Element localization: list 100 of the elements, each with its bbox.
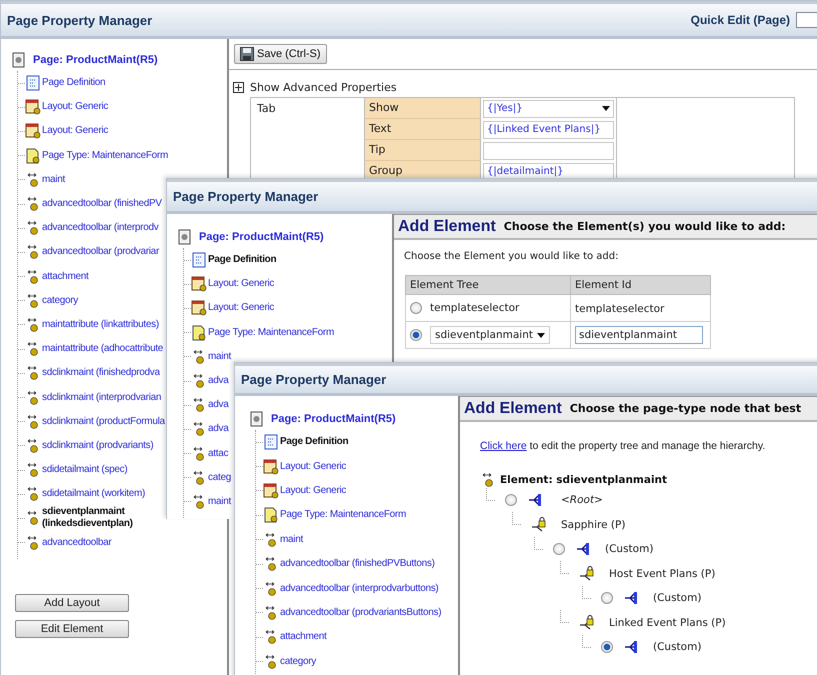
tree-item[interactable]: Page Definition	[208, 254, 276, 266]
hierarchy-icon	[527, 492, 543, 508]
page-icon	[249, 411, 265, 427]
tree-item[interactable]: maint	[208, 496, 231, 508]
node-label: Linked Event Plans (P)	[609, 616, 726, 629]
column-header: Element Id	[570, 276, 710, 294]
layout-icon	[191, 300, 207, 316]
hierarchy-icon	[575, 541, 591, 558]
window-title: Page Property Manager	[7, 12, 152, 28]
dropdown-caret-icon	[602, 106, 610, 111]
locked-hierarchy-icon	[531, 516, 547, 533]
tree-item[interactable]: sdieventplanmaint (linkedsdieventplan)	[42, 506, 170, 530]
tree-item[interactable]: maintattribute (adhocattribute	[42, 343, 164, 356]
tree-item[interactable]: Layout: Generic	[208, 278, 274, 290]
tree-item[interactable]: Layout: Generic	[280, 484, 346, 497]
hierarchy-icon	[623, 590, 639, 606]
radio-button[interactable]	[601, 641, 613, 654]
page-icon	[263, 507, 279, 524]
tree-item[interactable]: maint	[280, 534, 303, 546]
section-title: Add Element	[398, 218, 496, 236]
tree-root[interactable]: Page: ProductMaint(R5)	[33, 54, 158, 66]
tree-item[interactable]: adva	[208, 399, 228, 412]
radio-button[interactable]	[601, 592, 613, 604]
page-icon	[177, 229, 193, 245]
locked-hierarchy-icon	[579, 614, 595, 631]
tree-item[interactable]: category	[42, 294, 78, 307]
window-title: Page Property Manager	[241, 372, 386, 387]
document-icon	[263, 434, 279, 450]
tree-item[interactable]: categ	[208, 472, 231, 484]
property-field[interactable]: {|Linked Event Plans|}	[483, 120, 614, 138]
radio-button[interactable]	[553, 543, 565, 556]
section-subtitle: Choose the Element(s) you would like to add:	[504, 220, 786, 233]
table-cell: templateselector	[430, 302, 520, 314]
tree-item[interactable]: advancedtoolbar (prodvariar	[42, 246, 159, 258]
tree-item[interactable]: sdclinkmaint (productFormula	[42, 416, 165, 428]
page-icon	[191, 324, 207, 341]
tree-item[interactable]: attac	[208, 448, 228, 460]
tree-item[interactable]: category	[280, 656, 316, 668]
tree-item[interactable]: Page Definition	[280, 436, 348, 448]
tree-item[interactable]: adva	[208, 375, 228, 388]
save-button[interactable]: Save (Ctrl-S)	[234, 44, 327, 64]
tree-item[interactable]: maint	[208, 350, 231, 363]
tree-item[interactable]: Layout: Generic	[280, 460, 346, 473]
advanced-properties-toggle[interactable]: Show Advanced Properties	[250, 81, 397, 94]
radio-button[interactable]	[505, 494, 517, 506]
tree-item[interactable]: sdidetailmaint (spec)	[42, 464, 128, 476]
tree-item[interactable]: Layout: Generic	[42, 125, 108, 138]
tree-item[interactable]: sdclinkmaint (finishedprodva	[42, 367, 160, 380]
node-label: <Root>	[561, 494, 603, 506]
window-title: Page Property Manager	[173, 189, 318, 204]
tree-item[interactable]: maint	[42, 174, 65, 186]
radio-button[interactable]	[410, 329, 422, 341]
tree-item[interactable]: adva	[208, 423, 228, 436]
action-button[interactable]: Edit Element	[15, 620, 129, 638]
property-label: Text	[365, 119, 481, 140]
tree-item[interactable]: Page Type: MaintenanceForm	[208, 326, 334, 339]
tree-item[interactable]: sdclinkmaint (prodvariants)	[42, 440, 154, 452]
section-subtitle: Choose the page-type node that best	[570, 402, 802, 415]
tree-item[interactable]: advancedtoolbar (finishedPVButtons)	[280, 558, 435, 570]
tree-item[interactable]: sdclinkmaint (interprodvarian	[42, 392, 162, 404]
property-field[interactable]	[483, 142, 614, 160]
node-label: (Custom)	[605, 543, 654, 556]
tree-item[interactable]: Page Type: MaintenanceForm	[280, 509, 406, 522]
element-id-field[interactable]: sdieventplanmaint	[575, 326, 703, 344]
node-label: (Custom)	[653, 641, 702, 654]
tree-root[interactable]: Page: ProductMaint(R5)	[199, 231, 324, 243]
tree-item[interactable]: Layout: Generic	[42, 101, 108, 114]
tree-item[interactable]: advancedtoolbar (interprodv	[42, 222, 158, 234]
dropdown-caret-icon	[537, 332, 545, 338]
tree-item[interactable]: Page Definition	[42, 77, 106, 90]
table-cell: templateselector	[575, 303, 664, 315]
tree-item[interactable]: sdidetailmaint (workitem)	[42, 488, 146, 500]
tree-item[interactable]: attachment	[42, 270, 88, 283]
document-icon	[25, 75, 41, 92]
property-label: Show	[365, 98, 481, 119]
tree-item[interactable]: advancedtoolbar (interprodvarbuttons)	[280, 582, 438, 595]
node-label: (Custom)	[653, 592, 702, 604]
expand-icon[interactable]	[233, 82, 244, 93]
click-here-link[interactable]: Click here	[480, 440, 527, 452]
radio-button[interactable]	[410, 302, 422, 314]
locked-hierarchy-icon	[579, 566, 595, 582]
tree-item[interactable]: advancedtoolbar (finishedPV	[42, 198, 162, 210]
action-button[interactable]: Add Layout	[15, 594, 129, 612]
property-dropdown[interactable]: {|Yes|}	[483, 100, 614, 118]
column-header: Element Tree	[406, 276, 570, 294]
tree-item[interactable]: advancedtoolbar	[42, 536, 112, 549]
node-label: Host Event Plans (P)	[609, 568, 716, 580]
element-dropdown[interactable]: sdieventplanmaint	[430, 326, 550, 344]
quick-edit-label: Quick Edit (Page)	[690, 13, 790, 27]
tree-item[interactable]: Page Type: MaintenanceForm	[42, 150, 168, 162]
tree-root[interactable]: Page: ProductMaint(R5)	[271, 413, 396, 425]
page-icon	[11, 52, 27, 68]
layout-icon	[191, 276, 207, 292]
tree-item[interactable]: advancedtoolbar (prodvariantsButtons)	[280, 606, 442, 619]
tree-item[interactable]: Layout: Generic	[208, 302, 274, 314]
tree-item[interactable]: attachment	[280, 631, 326, 644]
instruction-text: Choose the Element you would like to add:	[404, 251, 620, 262]
layout-icon	[25, 123, 41, 140]
tree-item[interactable]: maintattribute (linkattributes)	[42, 318, 159, 331]
layout-icon	[263, 458, 279, 475]
